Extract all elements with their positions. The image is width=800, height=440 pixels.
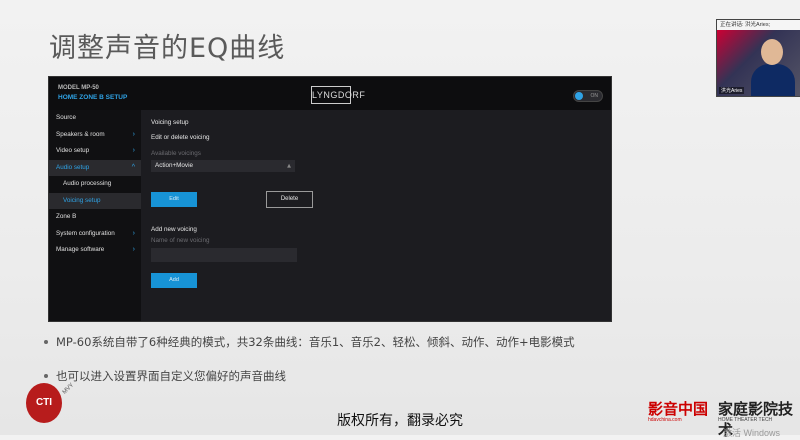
activate-windows-watermark: 激活 Windows <box>722 428 780 438</box>
sponsor-logo-hdav-url: hdavchina.com <box>648 417 682 423</box>
sidebar-item-source[interactable]: Source <box>49 110 141 127</box>
power-toggle[interactable]: ON <box>573 90 603 102</box>
sidebar-item-system-configuration[interactable]: System configuration › <box>49 226 141 243</box>
sidebar-item-voicing-setup[interactable]: Voicing setup <box>49 192 141 209</box>
chevron-right-icon: › <box>132 229 135 237</box>
new-voicing-name-label: Name of new voicing <box>151 237 210 244</box>
voicing-select[interactable]: Action+Movie ▲︎ <box>151 160 295 172</box>
sidebar-item-zone-b[interactable]: Zone B <box>49 209 141 226</box>
sidebar-item-label: Audio processing <box>63 180 112 187</box>
bullet-item: MP-60系统自带了6种经典的模式，共32条曲线：音乐1、音乐2、轻松、倾斜、动… <box>44 334 575 350</box>
breadcrumb[interactable]: HOME ZONE B SETUP <box>58 94 127 101</box>
device-header: MODEL MP-50 HOME ZONE B SETUP LYNGDORF O… <box>49 77 611 110</box>
sponsor-logo-home-theater-tag: HOME THEATER TECH <box>718 417 773 423</box>
voicing-setup-content: Voicing setup Edit or delete voicing Ava… <box>141 110 611 321</box>
available-voicings-label: Available voicings <box>151 150 201 157</box>
chevron-up-icon: ^ <box>131 163 135 171</box>
sponsor-logo-hdav: 影音中国 <box>648 400 709 418</box>
power-label: ON <box>590 93 599 99</box>
chevron-right-icon: › <box>132 147 135 154</box>
sidebar-item-label: Speakers & room <box>56 130 105 138</box>
sidebar-item-label: Video setup <box>56 147 90 154</box>
sidebar: Source Speakers & room › Video setup › Aud… <box>49 110 141 321</box>
delete-button[interactable]: Delete <box>266 191 313 208</box>
bullet-item: 也可以进入设置界面自定义您偏好的声音曲线 <box>44 368 286 384</box>
brand-logo: LYNGDORF <box>311 86 365 104</box>
add-button[interactable]: Add <box>151 273 197 288</box>
cti-logo-tag: MVY <box>61 382 76 396</box>
sidebar-item-label: Manage software <box>56 246 105 253</box>
new-voicing-name-input[interactable] <box>151 248 297 262</box>
sidebar-item-label: Zone B <box>56 213 77 220</box>
speaking-status: 正在讲话: 洪光Aries; <box>717 20 800 30</box>
sidebar-item-audio-processing[interactable]: Audio processing <box>49 176 141 193</box>
speaker-name: 洪光Aries <box>719 87 745 94</box>
bullet-text: MP-60系统自带了6种经典的模式，共32条曲线：音乐1、音乐2、轻松、倾斜、动… <box>56 335 575 349</box>
sidebar-item-manage-software[interactable]: Manage software › <box>49 242 141 259</box>
add-section-heading: Add new voicing <box>151 226 197 233</box>
content-heading: Voicing setup <box>151 119 189 126</box>
sidebar-item-speakers-room[interactable]: Speakers & room › <box>49 127 141 144</box>
bullet-dot-icon <box>44 373 48 378</box>
slide-title: 调整声音的EQ曲线 <box>49 33 286 64</box>
sidebar-item-label: Voicing setup <box>63 196 101 204</box>
speaker-head <box>761 39 783 65</box>
caret-updown-icon: ▲︎ <box>287 163 291 169</box>
device-setup-screen: MODEL MP-50 HOME ZONE B SETUP LYNGDORF O… <box>48 76 612 322</box>
sidebar-item-label: Audio setup <box>56 163 90 171</box>
sidebar-item-label: Source <box>56 114 76 121</box>
speaker-body <box>751 64 795 96</box>
model-name: MODEL MP-50 <box>58 85 99 91</box>
chevron-right-icon: › <box>132 246 135 253</box>
sidebar-item-video-setup[interactable]: Video setup › <box>49 143 141 160</box>
sidebar-item-audio-setup[interactable]: Audio setup ^ <box>49 159 141 176</box>
bullet-text: 也可以进入设置界面自定义您偏好的声音曲线 <box>56 369 286 383</box>
edit-section-heading: Edit or delete voicing <box>151 134 210 141</box>
selected-voicing: Action+Movie <box>155 162 193 169</box>
speaker-video-tile[interactable]: 正在讲话: 洪光Aries; 洪光Aries <box>716 19 800 97</box>
power-icon <box>575 92 583 100</box>
bullet-dot-icon <box>44 339 48 344</box>
chevron-right-icon: › <box>132 130 135 138</box>
sidebar-item-label: System configuration <box>56 229 115 237</box>
edit-button[interactable]: Edit <box>151 192 197 207</box>
